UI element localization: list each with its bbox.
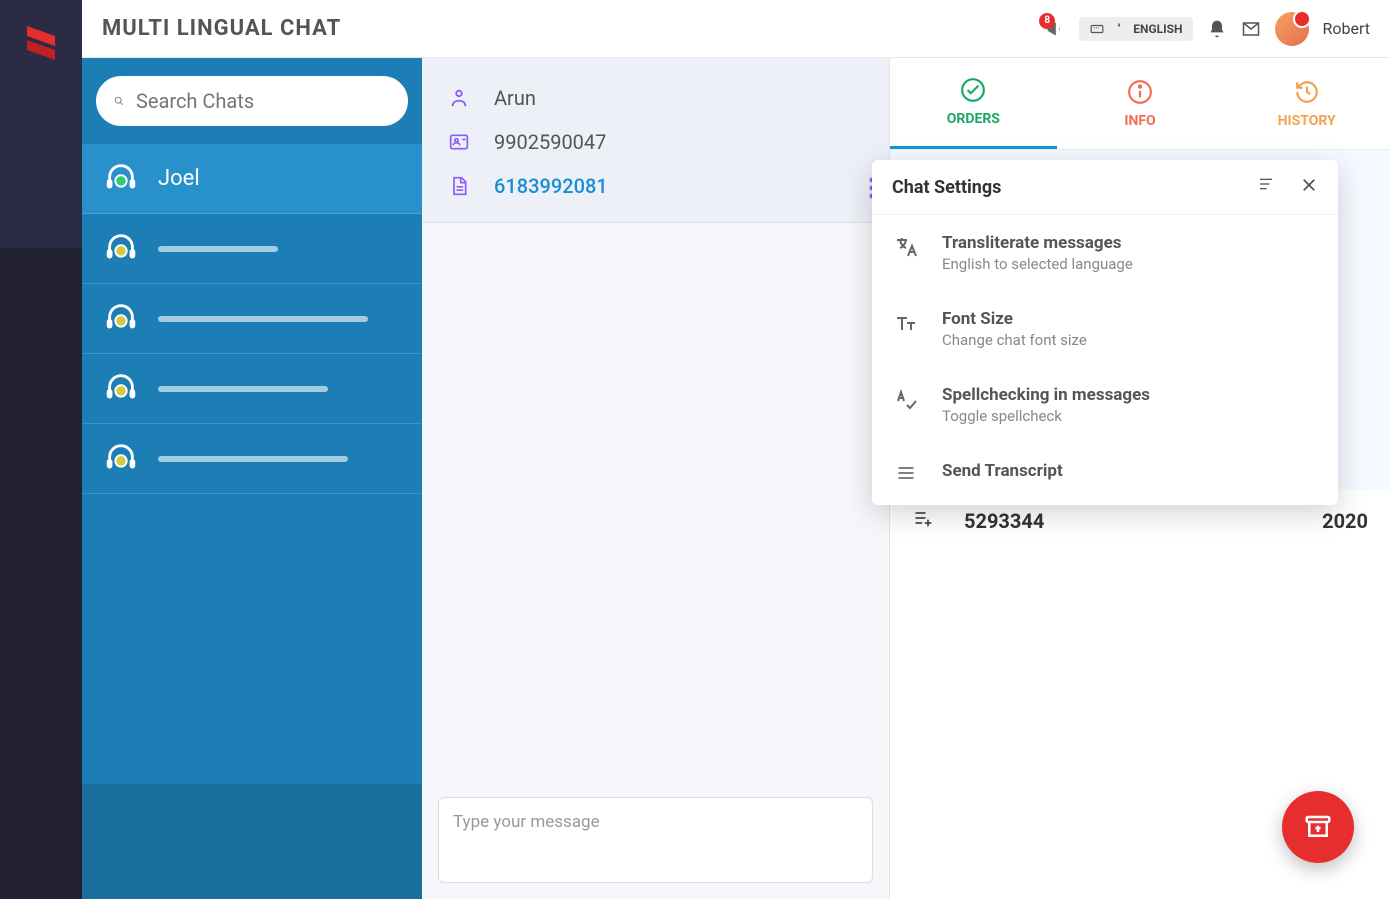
tab-info[interactable]: INFO <box>1057 58 1224 149</box>
playlist-add-icon <box>912 508 934 533</box>
chat-item-1[interactable] <box>82 214 422 284</box>
order-id: 5293344 <box>964 509 1302 533</box>
chat-settings-dropdown: Chat Settings Transliterate messages Eng… <box>872 160 1338 505</box>
dropdown-item-sub: Change chat font size <box>942 331 1316 349</box>
headset-icon <box>102 300 140 338</box>
chat-body <box>422 223 889 781</box>
compose-area: Type your message <box>422 781 889 899</box>
tab-orders[interactable]: ORDERS <box>890 58 1057 149</box>
file-icon <box>446 174 472 198</box>
bell-icon[interactable] <box>1207 19 1227 39</box>
language-label: ENGLISH <box>1133 22 1182 36</box>
chat-name-placeholder <box>158 456 348 462</box>
history-icon <box>1294 79 1320 105</box>
dropdown-title: Chat Settings <box>892 177 1001 198</box>
archive-fab-button[interactable] <box>1282 791 1354 863</box>
left-rail <box>0 0 82 899</box>
contact-name: Arun <box>494 86 536 110</box>
chat-item-2[interactable] <box>82 284 422 354</box>
dropdown-item-title: Transliterate messages <box>942 233 1316 253</box>
tabs: ORDERS INFO HISTORY <box>890 58 1390 150</box>
user-avatar[interactable] <box>1275 12 1309 46</box>
tab-history[interactable]: HISTORY <box>1223 58 1390 149</box>
translate-icon <box>894 235 920 263</box>
message-input[interactable]: Type your message <box>438 797 873 883</box>
chat-name-placeholder <box>158 246 278 252</box>
transcript-icon <box>894 463 920 487</box>
close-icon[interactable] <box>1300 176 1318 198</box>
headset-icon <box>102 440 140 478</box>
app-title: MULTI LINGUAL CHAT <box>102 16 341 41</box>
person-icon <box>446 87 472 109</box>
info-circle-icon <box>1127 79 1153 105</box>
translate-icon <box>1111 21 1127 37</box>
dropdown-item-2[interactable]: Spellchecking in messages Toggle spellch… <box>872 367 1338 443</box>
headset-icon <box>102 230 140 268</box>
contact-phone: 9902590047 <box>494 130 606 154</box>
chat-sidebar: Joel <box>82 58 422 899</box>
sidebar-footer <box>82 784 422 899</box>
chat-column: Arun 9902590047 6183992081 Type your mes… <box>422 58 890 899</box>
spellcheck-icon <box>894 387 920 415</box>
dropdown-item-0[interactable]: Transliterate messages English to select… <box>872 215 1338 291</box>
headset-icon <box>102 160 140 198</box>
chat-name-placeholder <box>158 386 328 392</box>
search-icon <box>114 89 124 113</box>
dropdown-item-title: Font Size <box>942 309 1316 329</box>
dropdown-item-3[interactable]: Send Transcript <box>872 443 1338 505</box>
headset-icon <box>102 370 140 408</box>
dropdown-item-title: Spellchecking in messages <box>942 385 1316 405</box>
username-label: Robert <box>1323 19 1371 38</box>
chat-item-0[interactable]: Joel <box>82 144 422 214</box>
dropdown-item-1[interactable]: Font Size Change chat font size <box>872 291 1338 367</box>
check-circle-icon <box>960 77 986 103</box>
chat-name-placeholder <box>158 316 368 322</box>
search-input[interactable] <box>136 89 390 113</box>
language-selector[interactable]: ENGLISH <box>1079 17 1192 41</box>
dropdown-item-title: Send Transcript <box>942 461 1316 481</box>
chat-item-3[interactable] <box>82 354 422 424</box>
announcement-icon[interactable]: 8 <box>1045 19 1065 39</box>
chat-name: Joel <box>158 166 200 191</box>
search-box[interactable] <box>96 76 408 126</box>
keyboard-icon <box>1089 22 1105 36</box>
order-year: 2020 <box>1322 509 1368 533</box>
mail-icon[interactable] <box>1241 19 1261 39</box>
dropdown-item-sub: Toggle spellcheck <box>942 407 1316 425</box>
archive-icon <box>1303 812 1333 842</box>
app-logo-icon[interactable] <box>21 20 61 72</box>
contact-block: Arun 9902590047 6183992081 <box>422 58 889 223</box>
menu-lines-icon[interactable] <box>1256 176 1276 198</box>
top-bar: MULTI LINGUAL CHAT 8 ENGLISH Robert <box>82 0 1390 58</box>
chat-item-4[interactable] <box>82 424 422 494</box>
contact-order-link[interactable]: 6183992081 <box>494 174 608 198</box>
textsize-icon <box>894 311 920 339</box>
contact-card-icon <box>446 132 472 152</box>
dropdown-item-sub: English to selected language <box>942 255 1316 273</box>
